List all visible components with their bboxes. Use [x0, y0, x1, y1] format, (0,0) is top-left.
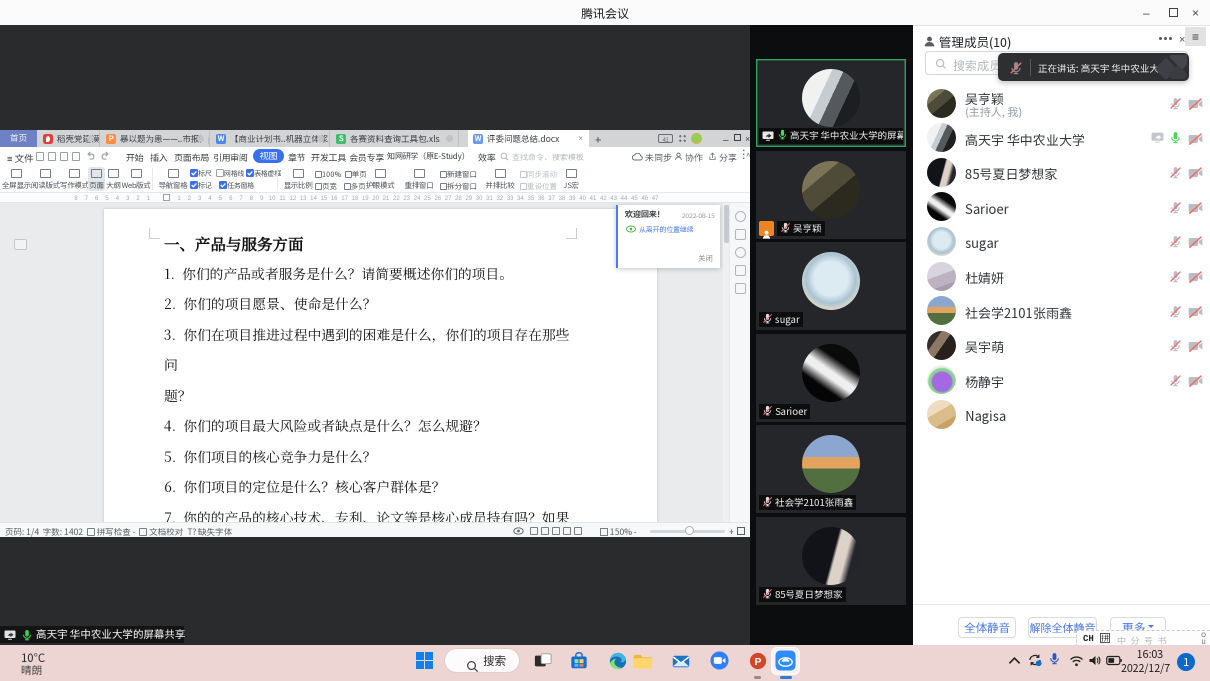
svg-text:P: P	[755, 657, 762, 668]
